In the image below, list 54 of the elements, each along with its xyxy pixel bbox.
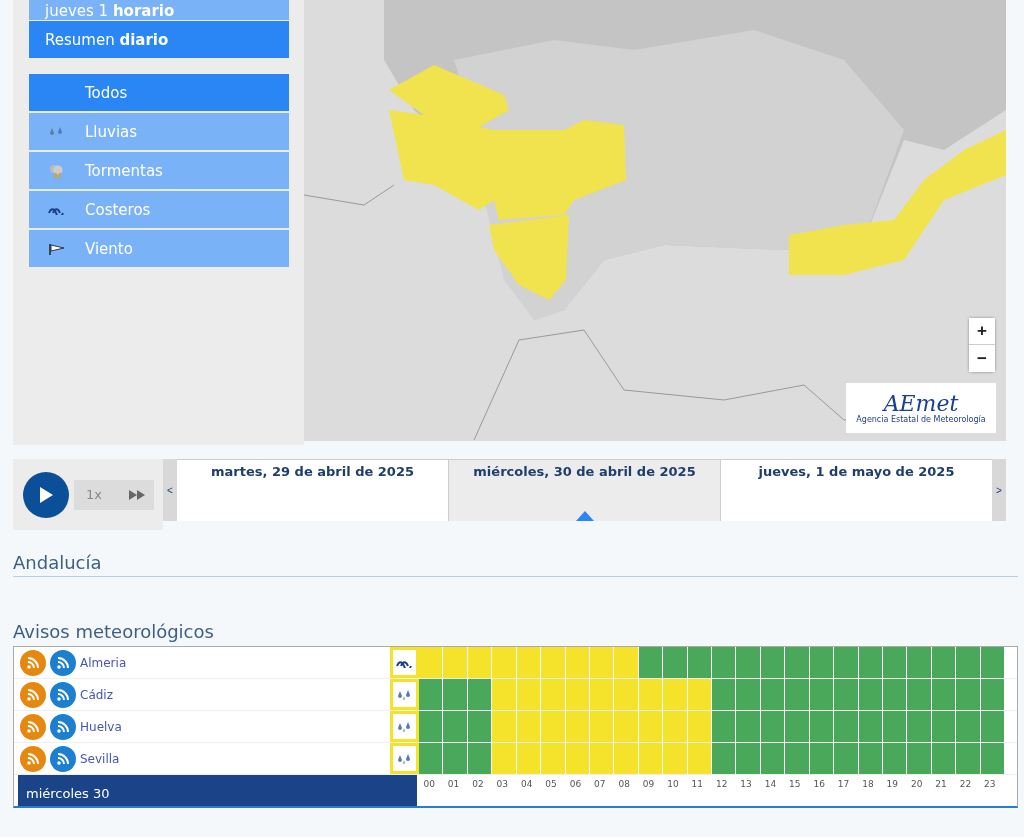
next-day-button[interactable]: > <box>992 459 1006 521</box>
hour-label: 22 <box>958 778 973 791</box>
rss-icon[interactable] <box>50 745 76 772</box>
region-title: Andalucía <box>13 552 1018 577</box>
hour-label: 15 <box>788 778 802 791</box>
hour-label: 20 <box>909 778 924 791</box>
hour-label: 17 <box>836 778 851 791</box>
province-link[interactable]: Cádiz <box>80 687 113 702</box>
phenomenon-item[interactable]: Todos <box>29 74 289 111</box>
hour-label: 16 <box>812 778 826 791</box>
hour-label: 10 <box>666 778 680 791</box>
rss-icon[interactable] <box>20 681 46 708</box>
play-icon <box>38 485 54 504</box>
fast-forward-icon <box>128 488 146 501</box>
view-mode-tab[interactable]: Resumen diario <box>29 21 289 58</box>
selected-marker-icon <box>575 511 594 521</box>
hour-label: 00 <box>422 778 436 791</box>
rss-icon[interactable] <box>20 713 46 740</box>
hour-label: 12 <box>714 778 729 791</box>
zoom-in-button[interactable]: + <box>969 318 995 345</box>
hour-label: 18 <box>861 778 875 791</box>
hour-label: 13 <box>739 778 753 791</box>
day-tab[interactable]: martes, 29 de abril de 2025 <box>177 459 448 521</box>
hour-label: 04 <box>519 778 534 791</box>
hour-label: 11 <box>690 778 705 791</box>
windsock-icon <box>48 242 66 255</box>
province-link[interactable]: Sevilla <box>80 751 120 766</box>
hour-label: 08 <box>617 778 631 791</box>
day-tab[interactable]: jueves, 1 de mayo de 2025 <box>721 459 992 521</box>
hour-label: 01 <box>446 778 461 791</box>
hour-label: 14 <box>763 778 778 791</box>
hour-label: 23 <box>983 778 997 791</box>
logo: AEmet Agencia Estatal de Meteorología <box>846 383 996 433</box>
section-title: Avisos meteorológicos <box>13 621 215 642</box>
hour-label: 19 <box>885 778 900 791</box>
day-label: miércoles 30 <box>18 775 417 806</box>
hour-label: 06 <box>568 778 583 791</box>
play-button[interactable] <box>23 471 69 518</box>
rss-icon[interactable] <box>20 745 46 772</box>
hour-label: 03 <box>495 778 510 791</box>
hour-label: 21 <box>934 778 948 791</box>
rss-icon[interactable] <box>50 681 76 708</box>
rss-icon[interactable] <box>20 649 46 676</box>
province-link[interactable]: Huelva <box>80 719 122 734</box>
previous-day-button[interactable]: < <box>163 459 177 521</box>
day-tab[interactable]: miércoles, 30 de abril de 2025 <box>448 459 721 521</box>
hour-label: 02 <box>471 778 485 791</box>
rss-icon[interactable] <box>50 713 76 740</box>
hour-label: 09 <box>641 778 656 791</box>
province-link[interactable]: Almeria <box>80 655 127 670</box>
rss-icon[interactable] <box>50 649 76 676</box>
hour-label: 07 <box>593 778 607 791</box>
hour-label: 05 <box>544 778 558 791</box>
zoom-out-button[interactable]: − <box>969 345 995 372</box>
